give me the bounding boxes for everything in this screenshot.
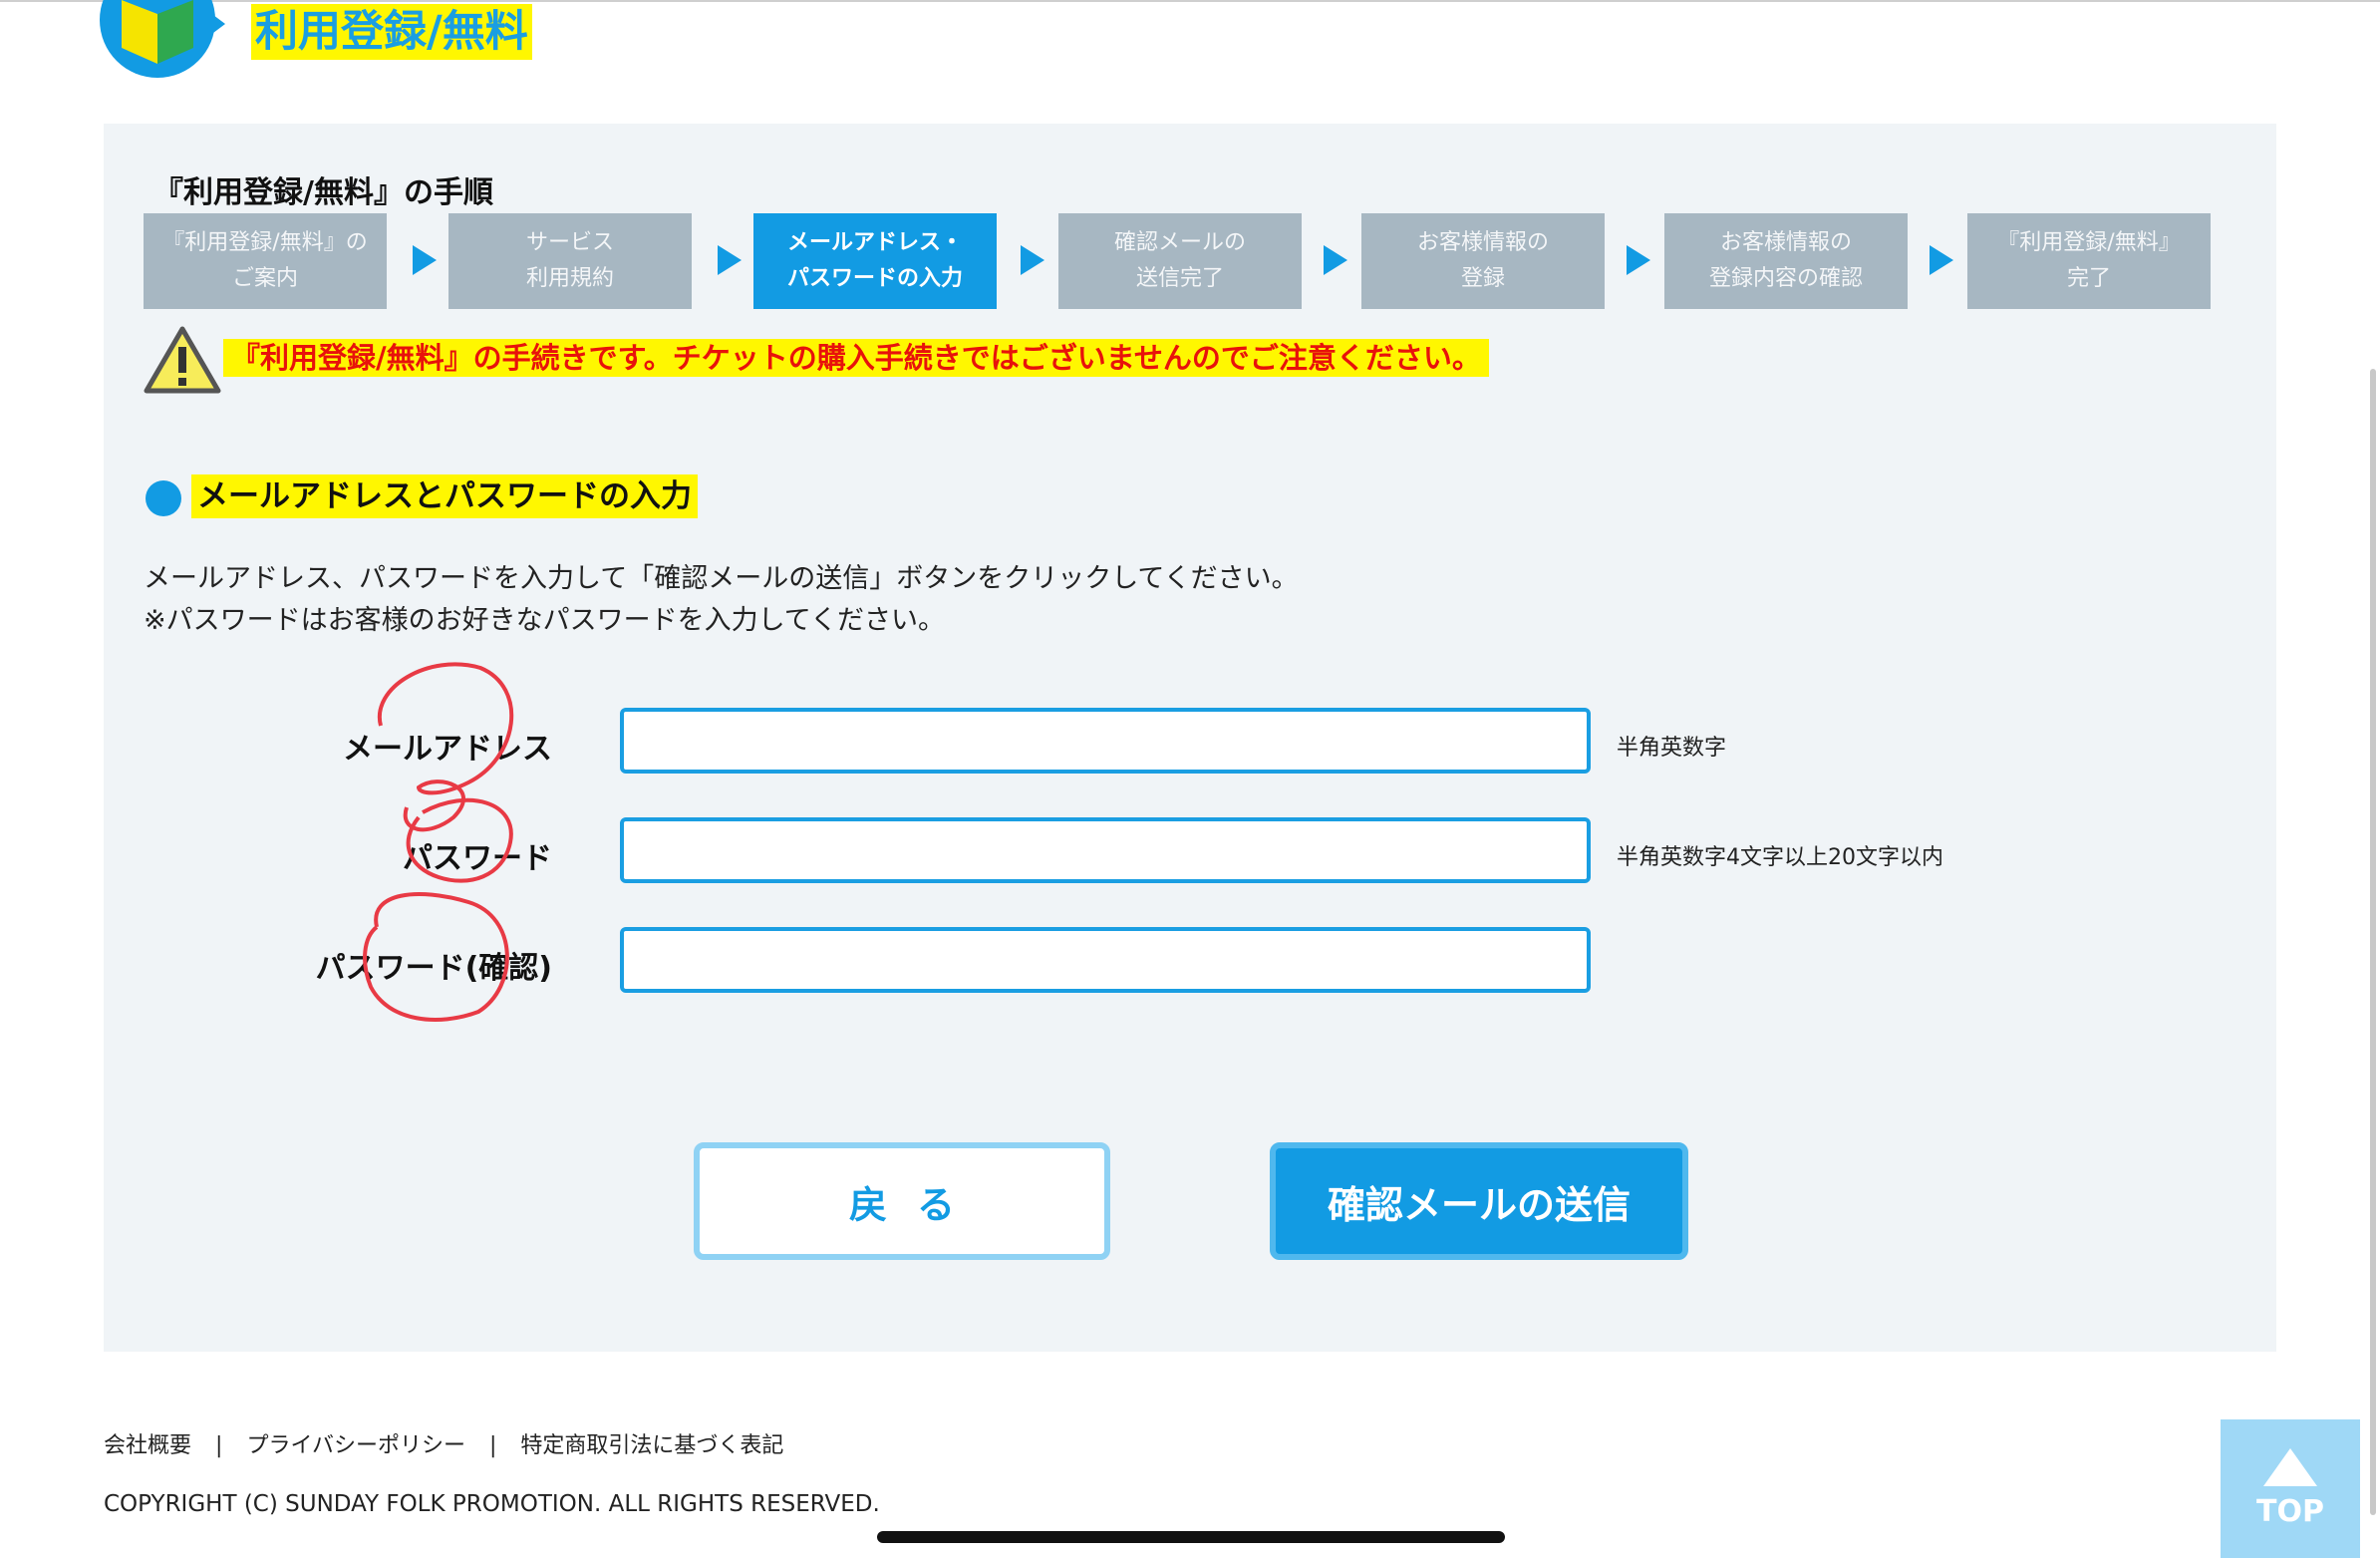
step-arrow-icon	[1930, 245, 1953, 275]
step-arrow-icon	[1627, 245, 1650, 275]
section-title: メールアドレスとパスワードの入力	[191, 474, 698, 518]
email-label: メールアドレス	[343, 732, 552, 767]
footer-separator: |	[489, 1433, 497, 1458]
back-button[interactable]: 戻る	[694, 1142, 1110, 1260]
password-confirm-field[interactable]	[620, 927, 1591, 993]
arrow-up-icon	[2263, 1448, 2317, 1486]
registration-panel: 『利用登録/無料』の手順 『利用登録/無料』の ご案内 サービス 利用規約 メー…	[104, 124, 2276, 1352]
step-arrow-icon	[1021, 245, 1044, 275]
step-terms: サービス 利用規約	[448, 213, 692, 309]
top-label: TOP	[2256, 1494, 2324, 1529]
send-confirmation-email-button[interactable]: 確認メールの送信	[1270, 1142, 1688, 1260]
copyright: COPYRIGHT (C) SUNDAY FOLK PROMOTION. ALL…	[104, 1491, 880, 1517]
instruction-line: メールアドレス、パスワードを入力して「確認メールの送信」ボタンをクリックしてくだ…	[144, 563, 1299, 594]
warning-message: 『利用登録/無料』の手続きです。チケットの購入手続きではございませんのでご注意く…	[223, 339, 1489, 377]
back-to-top-button[interactable]: TOP	[2221, 1419, 2360, 1558]
step-email-password: メールアドレス・ パスワードの入力	[753, 213, 997, 309]
home-indicator	[877, 1531, 1505, 1543]
step-arrow-icon	[1324, 245, 1347, 275]
step-mail-sent: 確認メールの 送信完了	[1058, 213, 1302, 309]
step-complete: 『利用登録/無料』 完了	[1967, 213, 2211, 309]
scrollbar[interactable]	[2370, 369, 2376, 1515]
instructions: メールアドレス、パスワードを入力して「確認メールの送信」ボタンをクリックしてくだ…	[144, 558, 1299, 642]
footer-link-privacy[interactable]: プライバシーポリシー	[246, 1433, 465, 1458]
email-field[interactable]	[620, 708, 1591, 774]
top-border	[0, 0, 2380, 2]
footer-links: 会社概要 | プライバシーポリシー | 特定商取引法に基づく表記	[104, 1427, 783, 1459]
step-customer-info: お客様情報の 登録	[1361, 213, 1605, 309]
step-guide: 『利用登録/無料』の ご案内	[144, 213, 387, 309]
step-arrow-icon	[413, 245, 437, 275]
password-label: パスワード	[403, 841, 552, 876]
step-arrow-icon	[718, 245, 742, 275]
footer-link-commerce-law[interactable]: 特定商取引法に基づく表記	[520, 1433, 783, 1458]
email-note: 半角英数字	[1617, 736, 1727, 761]
password-field[interactable]	[620, 817, 1591, 883]
password-note: 半角英数字4文字以上20文字以内	[1617, 845, 1943, 870]
step-confirm-info: お客様情報の 登録内容の確認	[1664, 213, 1908, 309]
beginner-mark-icon	[100, 0, 225, 78]
page-title: 利用登録/無料	[251, 4, 532, 60]
warning-triangle-icon	[144, 326, 221, 394]
steps-title: 『利用登録/無料』の手順	[153, 175, 493, 210]
footer-separator: |	[215, 1433, 223, 1458]
bullet-dot-icon	[146, 480, 181, 516]
instruction-note: ※パスワードはお客様のお好きなパスワードを入力してください。	[144, 605, 946, 636]
password-confirm-label: パスワード(確認)	[315, 951, 552, 986]
footer-link-company[interactable]: 会社概要	[104, 1433, 191, 1458]
